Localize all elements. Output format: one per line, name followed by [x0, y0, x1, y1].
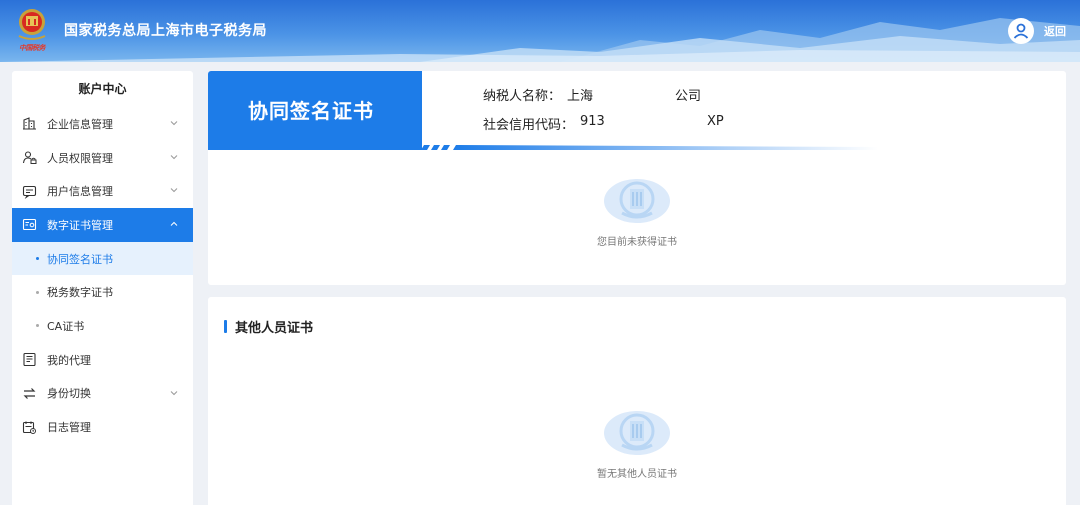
other-certs-empty-state: 暂无其他人员证书 [208, 407, 1066, 480]
sidebar-item-label: 数字证书管理 [47, 218, 113, 232]
tax-emblem-placeholder-icon [604, 411, 670, 455]
sidebar-subitem-label: CA证书 [47, 319, 85, 333]
cert-banner-title: 协同签名证书 [248, 99, 374, 123]
sidebar-item-label: 人员权限管理 [47, 151, 113, 165]
message-card-icon [21, 183, 37, 199]
bullet-dot-icon [36, 290, 39, 294]
credit-code-prefix: 913 [580, 114, 605, 129]
certificate-icon [21, 217, 37, 233]
chevron-down-icon [170, 121, 178, 126]
other-certs-title: 其他人员证书 [235, 321, 314, 336]
calendar-log-icon [21, 419, 37, 435]
sidebar-item-identity-switch[interactable]: 身份切换 [12, 377, 193, 411]
cert-empty-text: 您目前未获得证书 [597, 237, 677, 248]
sidebar-subitem-collab-sign-cert[interactable]: 协同签名证书 [12, 241, 193, 276]
credit-code-row: 社会信用代码： 913 XP [483, 114, 724, 133]
bullet-dot-icon [36, 257, 39, 261]
site-title: 国家税务总局上海市电子税务局 [64, 23, 267, 39]
sidebar-subitem-tax-digital-cert[interactable]: 税务数字证书 [12, 275, 193, 309]
cert-empty-state: 您目前未获得证书 [208, 175, 1066, 248]
sidebar-subitem-label: 协同签名证书 [47, 252, 113, 266]
taxpayer-name-label: 纳税人名称： [483, 89, 562, 104]
banner-stripe-decoration [208, 145, 878, 150]
sidebar-item-my-agency[interactable]: 我的代理 [12, 343, 193, 377]
cert-info-panel: 协同签名证书 纳税人名称： 上海 公司 社会信用代码： 913 XP 您目前未获… [208, 71, 1066, 285]
sidebar-item-personnel-permissions[interactable]: 人员权限管理 [12, 141, 193, 175]
sidebar-item-label: 身份切换 [47, 387, 91, 401]
cert-banner: 协同签名证书 [208, 71, 422, 150]
sidebar-item-label: 日志管理 [47, 421, 91, 435]
user-lock-icon [21, 150, 37, 166]
taxpayer-name-row: 纳税人名称： 上海 公司 [483, 85, 701, 104]
other-certs-header: 其他人员证书 [224, 317, 313, 336]
user-avatar[interactable] [1008, 18, 1034, 44]
bullet-dot-icon [36, 324, 39, 328]
taxpayer-name-prefix: 上海 [567, 89, 594, 104]
sidebar-item-digital-certificate[interactable]: 数字证书管理 [12, 208, 193, 242]
other-certs-empty-text: 暂无其他人员证书 [597, 469, 677, 480]
sidebar-item-label: 企业信息管理 [47, 117, 113, 131]
account-sidebar: 账户中心 企业信息管理 人员权限管理 用户信息管理 数字证书管理 协同签名证书 [12, 71, 193, 505]
sidebar-item-label: 我的代理 [47, 353, 91, 367]
section-accent-bar [224, 320, 227, 333]
tax-emblem-logo: 中国税务 [14, 6, 50, 56]
sidebar-item-enterprise-info[interactable]: 企业信息管理 [12, 107, 193, 141]
credit-code-label: 社会信用代码： [483, 118, 575, 133]
chevron-up-icon [170, 221, 178, 226]
back-link[interactable]: 返回 [1044, 23, 1066, 39]
chevron-down-icon [170, 390, 178, 395]
switch-arrows-icon [21, 385, 37, 401]
sidebar-subitem-ca-cert[interactable]: CA证书 [12, 309, 193, 343]
sidebar-item-user-info[interactable]: 用户信息管理 [12, 174, 193, 208]
sidebar-subitem-label: 税务数字证书 [47, 286, 113, 300]
chevron-down-icon [170, 154, 178, 159]
user-icon [1013, 23, 1029, 39]
credit-code-suffix: XP [707, 114, 724, 129]
sidebar-item-log-management[interactable]: 日志管理 [12, 410, 193, 444]
taxpayer-name-suffix: 公司 [675, 89, 702, 104]
sidebar-title: 账户中心 [78, 82, 127, 96]
document-list-icon [21, 352, 37, 368]
emblem-motto: 中国税务 [19, 44, 46, 52]
other-certs-panel: 其他人员证书 暂无其他人员证书 [208, 297, 1066, 505]
tax-emblem-placeholder-icon [604, 179, 670, 223]
chevron-down-icon [170, 188, 178, 193]
top-header: 中国税务 国家税务总局上海市电子税务局 返回 [0, 0, 1080, 62]
sidebar-item-label: 用户信息管理 [47, 185, 113, 199]
building-icon [21, 116, 37, 132]
